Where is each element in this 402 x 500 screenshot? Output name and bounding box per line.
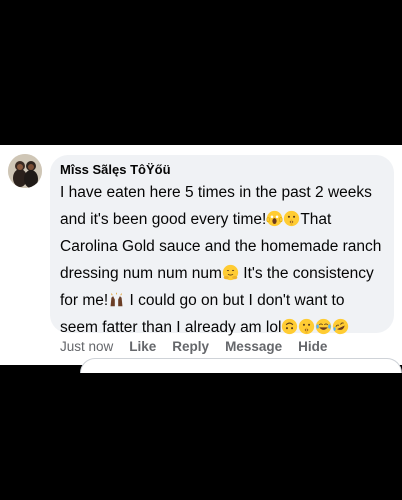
message-button[interactable]: Message xyxy=(225,337,282,357)
hugging-face-emoji xyxy=(222,264,239,281)
avatar[interactable] xyxy=(8,154,42,188)
screaming-face-emoji xyxy=(266,210,283,227)
profile-photo xyxy=(8,154,42,188)
comment-text: I have eaten here 5 times in the past 2 … xyxy=(60,179,382,341)
raising-hands-emoji xyxy=(110,292,123,307)
next-comment-preview xyxy=(80,358,402,373)
reply-button[interactable]: Reply xyxy=(172,337,209,357)
shushing-face-emoji xyxy=(299,318,315,335)
comment-actions: Just now Like Reply Message Hide xyxy=(60,337,327,357)
comment-timestamp: Just now xyxy=(60,339,114,354)
comment-author[interactable]: Mîss Sãlęs TôŸőü xyxy=(60,161,382,179)
hide-button[interactable]: Hide xyxy=(298,337,327,357)
comment-bubble: Mîss Sãlęs TôŸőü I have eaten here 5 tim… xyxy=(50,155,394,336)
rofl-emoji xyxy=(333,318,349,335)
like-button[interactable]: Like xyxy=(129,337,156,357)
upside-down-face-emoji xyxy=(282,318,298,335)
shushing-face-emoji xyxy=(284,210,300,227)
tears-of-joy-emoji xyxy=(316,318,332,335)
